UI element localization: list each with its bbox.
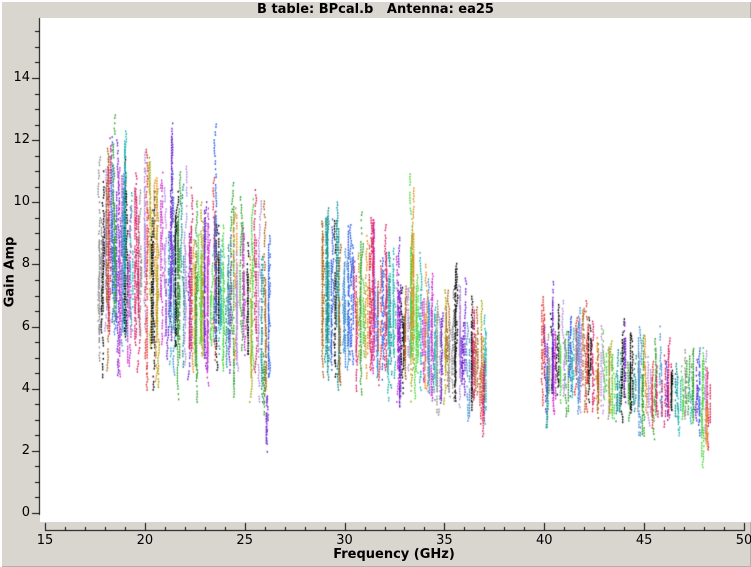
chart-canvas: [0, 0, 751, 567]
y-tick-label: 12: [4, 132, 30, 147]
x-tick-label: 30: [325, 533, 365, 548]
x-tick-label: 40: [524, 533, 564, 548]
x-tick-label: 45: [624, 533, 664, 548]
y-tick-label: 8: [4, 256, 30, 271]
y-tick-label: 4: [4, 381, 30, 396]
x-tick-label: 35: [424, 533, 464, 548]
y-tick-label: 14: [4, 70, 30, 85]
x-tick-label: 50: [724, 533, 751, 548]
y-axis-title: Gain Amp: [3, 237, 18, 308]
y-tick-label: 6: [4, 319, 30, 334]
x-tick-label: 25: [225, 533, 265, 548]
x-tick-label: 15: [25, 533, 65, 548]
y-tick-label: 0: [4, 505, 30, 520]
y-tick-label: 10: [4, 194, 30, 209]
x-tick-label: 20: [125, 533, 165, 548]
x-axis-title: Frequency (GHz): [333, 547, 455, 562]
plotcal-window: B table: BPcal.b Antenna: ea25 Gain Amp …: [0, 0, 751, 567]
y-tick-label: 2: [4, 443, 30, 458]
